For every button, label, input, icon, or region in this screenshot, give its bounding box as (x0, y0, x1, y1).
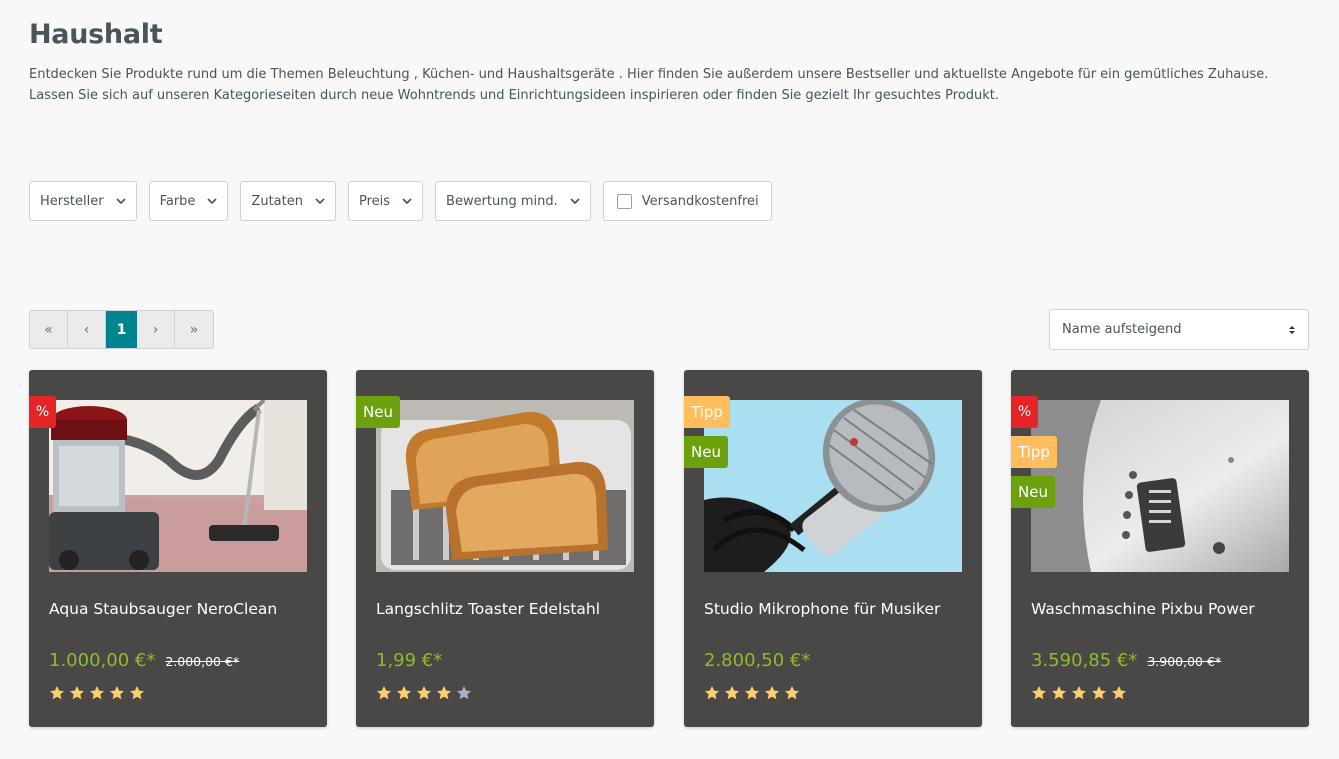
sort-select-value: Name aufsteigend (1062, 322, 1182, 337)
category-description: Entdecken Sie Produkte rund um die Theme… (29, 64, 1299, 106)
filter-ingredients[interactable]: Zutaten (240, 181, 336, 221)
sale-badge: % (1011, 396, 1038, 428)
product-name[interactable]: Langschlitz Toaster Edelstahl (376, 600, 600, 618)
pagination-next-button[interactable]: › (137, 311, 175, 348)
product-image-microphone[interactable] (704, 400, 962, 572)
filter-price-label: Preis (358, 193, 391, 209)
chevron-down-icon (402, 196, 412, 206)
star-filled-icon (705, 686, 719, 700)
new-badge: Neu (356, 396, 400, 428)
chevron-down-icon (570, 196, 580, 206)
product-card[interactable]: % Aqua Staubsauger NeroClean 1.000,00 €*… (29, 370, 327, 727)
product-old-price: 3.900,00 €* (1147, 654, 1222, 669)
product-name[interactable]: Studio Mikrophone für Musiker (704, 600, 940, 618)
star-filled-icon (50, 686, 64, 700)
description-line-1: Entdecken Sie Produkte rund um die Theme… (29, 67, 1269, 82)
filter-price[interactable]: Preis (347, 181, 424, 221)
filter-bar: Hersteller Farbe Zutaten Preis Bewertung… (29, 181, 772, 221)
pagination-page-current[interactable]: 1 (106, 311, 137, 348)
description-line-2: Lassen Sie sich auf unseren Kategoriesei… (29, 88, 1000, 103)
rating-stars (704, 685, 800, 701)
pagination-last-button[interactable]: » (175, 311, 213, 348)
star-empty-icon (457, 686, 471, 700)
star-filled-icon (785, 686, 799, 700)
star-filled-icon (745, 686, 759, 700)
star-filled-icon (70, 686, 84, 700)
price-row: 1,99 €* (376, 650, 442, 671)
product-card[interactable]: Neu Langschlitz Toaster Edelstahl 1,99 €… (356, 370, 654, 727)
filter-ingredients-label: Zutaten (251, 193, 303, 209)
star-filled-icon (130, 686, 144, 700)
chevron-down-icon (207, 196, 217, 206)
filter-rating[interactable]: Bewertung mind. (435, 181, 591, 221)
sort-arrows-icon (1288, 324, 1296, 336)
product-name[interactable]: Aqua Staubsauger NeroClean (49, 600, 277, 618)
filter-manufacturer-label: Hersteller (40, 193, 104, 209)
chevron-down-icon (115, 196, 126, 206)
star-filled-icon (725, 686, 739, 700)
star-filled-icon (377, 686, 391, 700)
star-filled-icon (1032, 686, 1046, 700)
free-shipping-checkbox[interactable] (616, 193, 632, 209)
rating-stars (376, 685, 472, 701)
filter-rating-label: Bewertung mind. (446, 193, 558, 209)
product-card[interactable]: Tipp Neu Studio Mikrophone für Musiker 2… (684, 370, 982, 727)
page-title: Haushalt (29, 19, 163, 50)
sale-badge: % (29, 396, 56, 428)
tip-badge: Tipp (684, 396, 730, 428)
star-filled-icon (1072, 686, 1086, 700)
filter-color-label: Farbe (159, 193, 196, 209)
star-filled-icon (1052, 686, 1066, 700)
star-filled-icon (1112, 686, 1126, 700)
new-badge: Neu (684, 436, 728, 468)
chevron-down-icon (315, 196, 325, 206)
star-filled-icon (437, 686, 451, 700)
filter-free-shipping-label: Versandkostenfrei (641, 193, 759, 209)
product-image-toaster[interactable] (376, 400, 634, 572)
filter-color[interactable]: Farbe (148, 181, 229, 221)
price-row: 3.590,85 €* 3.900,00 €* (1031, 650, 1221, 671)
filter-manufacturer[interactable]: Hersteller (29, 181, 137, 221)
pagination-first-button[interactable]: « (30, 311, 68, 348)
filter-free-shipping[interactable]: Versandkostenfrei (602, 181, 772, 221)
new-badge: Neu (1011, 476, 1055, 508)
product-image-washing-machine[interactable] (1031, 400, 1289, 572)
star-filled-icon (90, 686, 104, 700)
sort-select[interactable]: Name aufsteigend (1049, 309, 1309, 350)
tip-badge: Tipp (1011, 436, 1057, 468)
product-card[interactable]: % Tipp Neu Waschmaschine Pixbu Power 3.5… (1011, 370, 1309, 727)
price-row: 2.800,50 €* (704, 650, 810, 671)
star-filled-icon (1092, 686, 1106, 700)
rating-stars (1031, 685, 1127, 701)
product-image-vacuum[interactable] (49, 400, 307, 572)
star-filled-icon (397, 686, 411, 700)
rating-stars (49, 685, 145, 701)
star-filled-icon (417, 686, 431, 700)
product-price: 1.000,00 €* (49, 650, 156, 671)
product-price: 1,99 €* (376, 650, 443, 671)
star-filled-icon (765, 686, 779, 700)
pagination: « ‹ 1 › » (29, 310, 214, 349)
product-price: 3.590,85 €* (1031, 650, 1138, 671)
product-name[interactable]: Waschmaschine Pixbu Power (1031, 600, 1255, 618)
product-old-price: 2.000,00 €* (165, 654, 240, 669)
star-filled-icon (110, 686, 124, 700)
price-row: 1.000,00 €* 2.000,00 €* (49, 650, 239, 671)
pagination-prev-button[interactable]: ‹ (68, 311, 106, 348)
product-price: 2.800,50 €* (704, 650, 811, 671)
